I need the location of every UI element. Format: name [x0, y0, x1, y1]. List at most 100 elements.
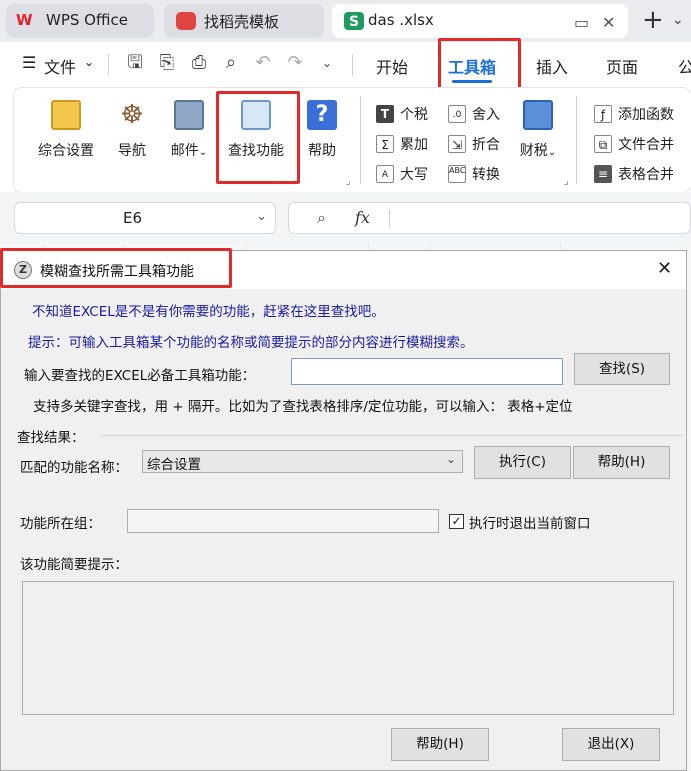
print-preview-icon[interactable]: ⌕	[220, 52, 242, 74]
file-menu[interactable]: 文件	[44, 54, 76, 78]
tab-page[interactable]: 页面	[606, 54, 638, 78]
divider	[352, 54, 353, 76]
spreadsheet-s-icon: S	[344, 12, 364, 30]
abc-uppercase-icon: A	[376, 165, 394, 183]
button-label: 邮件⌄	[170, 143, 208, 159]
divider	[576, 96, 577, 184]
mail-button[interactable]: 邮件⌄	[166, 100, 212, 160]
tab-label: 找稻壳模板	[204, 13, 280, 31]
multi-keyword-hint: 支持多关键字查找，用 + 隔开。比如为了查找表格排序/定位功能，可以输入： 表格…	[33, 399, 573, 415]
exit-button[interactable]: 退出(X)	[562, 728, 660, 761]
new-tab-plus-icon[interactable]: +	[642, 5, 664, 35]
add-function-button[interactable]: ƒ 添加函数	[594, 104, 674, 124]
tab-label: das .xlsx	[368, 11, 434, 29]
tip-hint: 提示：可输入工具箱某个功能的名称或简要提示的部分内容进行模糊搜索。	[28, 335, 474, 351]
chevron-down-icon: ⌄	[84, 55, 95, 69]
match-label: 匹配的功能名称：	[20, 460, 128, 476]
brief-textarea	[22, 581, 674, 715]
group-label: 功能所在组：	[20, 516, 101, 532]
tab-label: WPS Office	[46, 11, 128, 29]
mail-icon	[174, 100, 204, 130]
transform-button[interactable]: ABC 转换	[448, 164, 500, 184]
search-input[interactable]	[291, 358, 563, 385]
divider	[389, 210, 390, 228]
highlight-dialog-title	[0, 248, 232, 288]
highlight-toolbox-tab	[438, 38, 521, 91]
help-question-icon: ?	[307, 100, 337, 130]
group-field	[127, 509, 439, 533]
expand-corner-icon[interactable]: ⌟	[346, 176, 351, 187]
add-function-icon: ƒ	[594, 105, 612, 123]
round-icon: .0	[448, 105, 466, 123]
daoke-logo-icon	[176, 12, 196, 30]
export-pdf-icon[interactable]: ⎘	[156, 52, 178, 74]
help-button-top[interactable]: 帮助(H)	[573, 446, 670, 479]
uppercase-button[interactable]: A 大写	[376, 164, 428, 184]
tab-wps-office[interactable]: W WPS Office	[6, 4, 154, 38]
redo-icon[interactable]: ↷	[284, 52, 306, 74]
exit-on-run-label[interactable]: 执行时退出当前窗口	[469, 512, 591, 532]
divider	[360, 96, 361, 184]
fx-icon[interactable]: fx	[355, 208, 370, 227]
file-merge-icon: ⧉	[594, 135, 612, 153]
menu-row: ☰ 文件 ⌄ 🖫 ⎘ ⎙ ⌕ ↶ ↷ ⌄ 开始 工具箱 插入 页面 公	[0, 42, 691, 88]
settings-panel-icon	[51, 100, 81, 130]
finance-columns-icon	[523, 100, 553, 130]
fuzzy-find-dialog: Z 模糊查找所需工具箱功能 ✕ 不知道EXCEL是不是有你需要的功能，赶紧在这里…	[0, 250, 687, 771]
wps-logo-icon: W	[16, 11, 33, 29]
tab-start[interactable]: 开始	[376, 54, 408, 78]
search-button[interactable]: 查找(S)	[574, 353, 670, 385]
print-icon[interactable]: ⎙	[188, 52, 210, 74]
save-icon[interactable]: 🖫	[124, 52, 146, 74]
hamburger-icon[interactable]: ☰	[22, 53, 36, 72]
sigma-icon: Σ	[376, 135, 394, 153]
tab-daoke-templates[interactable]: 找稻壳模板	[164, 4, 324, 38]
comprehensive-settings-button[interactable]: 综合设置	[36, 100, 96, 160]
chevron-down-icon[interactable]: ⌄	[446, 452, 456, 466]
execute-button[interactable]: 执行(C)	[474, 446, 571, 479]
button-label: 财税⌄	[519, 143, 557, 159]
tax-button[interactable]: T 个税	[376, 104, 428, 124]
help-button[interactable]: ? 帮助	[304, 100, 340, 160]
search-label: 输入要查找的EXCEL必备工具箱功能：	[24, 368, 256, 384]
text-t-icon: T	[376, 105, 394, 123]
tab-formula-truncated[interactable]: 公	[678, 54, 691, 78]
file-merge-button[interactable]: ⧉ 文件合并	[594, 134, 674, 154]
match-value: 综合设置	[147, 457, 201, 473]
toolbox-ribbon: 综合设置 ☸ 导航 邮件⌄ 查找功能 ? 帮助 ⌟ T 个税 Σ 累加 A 大写 .0…	[14, 88, 691, 192]
app-tab-bar: W WPS Office 找稻壳模板 S das .xlsx ▭ ✕ + ⌄	[0, 0, 691, 42]
intro-hint: 不知道EXCEL是不是有你需要的功能，赶紧在这里查找吧。	[32, 304, 385, 320]
help-button-bottom[interactable]: 帮助(H)	[391, 728, 489, 761]
button-label: 帮助	[308, 143, 336, 159]
formula-bar: E6 ⌄ ⌕ fx	[0, 192, 691, 244]
button-label: 综合设置	[38, 143, 94, 159]
abc-123-icon: ABC	[448, 165, 466, 183]
button-label: 导航	[118, 143, 146, 159]
convert-fold-button[interactable]: ⇲ 折合	[448, 134, 500, 154]
tab-insert[interactable]: 插入	[536, 54, 568, 78]
name-box[interactable]: E6 ⌄	[14, 202, 276, 234]
zoom-search-icon[interactable]: ⌕	[317, 208, 326, 228]
match-dropdown[interactable]: 综合设置 ⌄	[142, 450, 463, 473]
table-merge-button[interactable]: ≡ 表格合并	[594, 164, 674, 184]
chevron-down-icon[interactable]: ⌄	[256, 209, 267, 224]
cell-reference: E6	[123, 209, 143, 227]
chevron-down-icon[interactable]: ⌄	[316, 52, 338, 74]
table-merge-icon: ≡	[594, 165, 612, 183]
close-tab-icon[interactable]: ✕	[602, 13, 615, 32]
close-icon[interactable]: ✕	[657, 258, 672, 279]
brief-label: 该功能简要提示：	[20, 557, 128, 573]
finance-tax-button[interactable]: 财税⌄	[514, 100, 562, 160]
expand-corner-icon[interactable]: ⌟	[564, 176, 569, 187]
navigation-button[interactable]: ☸ 导航	[114, 100, 150, 160]
fold-icon: ⇲	[448, 135, 466, 153]
undo-icon[interactable]: ↶	[252, 52, 274, 74]
exit-on-run-checkbox[interactable]: ✓	[449, 514, 464, 529]
divider	[108, 54, 109, 76]
chevron-down-icon[interactable]: ⌄	[672, 12, 684, 28]
formula-input[interactable]: ⌕ fx	[288, 202, 691, 234]
round-button[interactable]: .0 舍入	[448, 104, 500, 124]
accumulate-button[interactable]: Σ 累加	[376, 134, 428, 154]
monitor-icon[interactable]: ▭	[574, 13, 589, 32]
tab-das-xlsx[interactable]: S das .xlsx ▭ ✕	[332, 4, 628, 38]
